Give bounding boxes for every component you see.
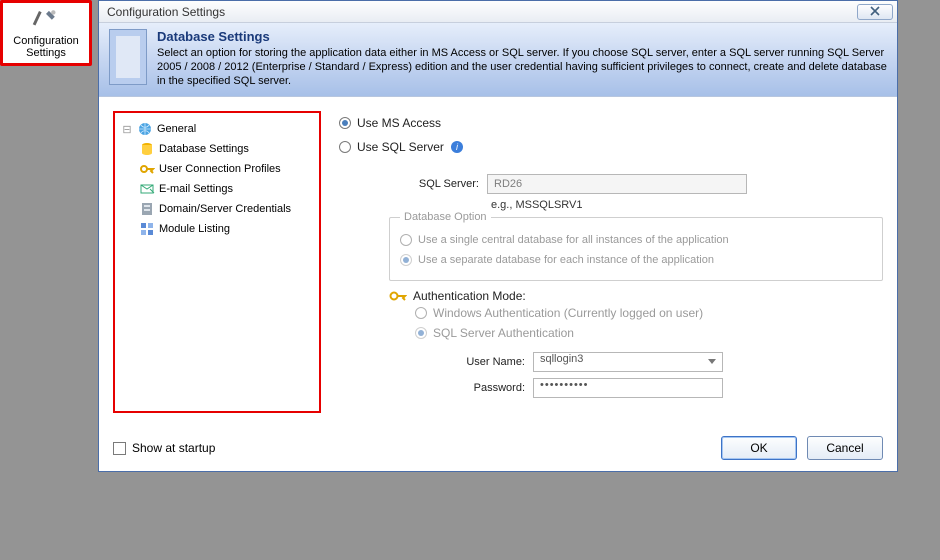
auth-mode-label-row: Authentication Mode: <box>389 289 883 303</box>
username-combo[interactable]: sqllogin3 <box>533 352 723 372</box>
module-icon <box>139 221 155 237</box>
tree-item-label: Database Settings <box>159 143 249 155</box>
radio-icon <box>400 234 412 246</box>
auth-sql[interactable]: SQL Server Authentication <box>415 323 883 343</box>
settings-header-icon <box>109 29 147 85</box>
key-icon <box>389 289 407 303</box>
tree-item-database-settings[interactable]: Database Settings <box>119 139 315 159</box>
database-option-title: Database Option <box>400 211 491 223</box>
tools-icon <box>31 8 61 33</box>
tree-item-user-connection-profiles[interactable]: User Connection Profiles <box>119 159 315 179</box>
key-icon <box>139 161 155 177</box>
database-icon <box>139 141 155 157</box>
tree-item-label: E-mail Settings <box>159 183 233 195</box>
sql-server-label: SQL Server: <box>389 178 479 190</box>
auth-mode-label: Authentication Mode: <box>413 289 526 303</box>
info-icon[interactable]: i <box>450 140 464 154</box>
radio-label: Use MS Access <box>357 116 441 130</box>
option-label: Use a separate database for each instanc… <box>418 254 714 266</box>
tree-root-label: General <box>157 123 196 135</box>
password-label: Password: <box>415 382 525 394</box>
sql-server-hint: e.g., MSSQLSRV1 <box>389 199 883 211</box>
password-value: •••••••••• <box>540 379 589 391</box>
use-sql-server-radio[interactable]: Use SQL Server i <box>339 135 883 159</box>
radio-icon <box>339 141 351 153</box>
tree-item-email-settings[interactable]: E-mail Settings <box>119 179 315 199</box>
header-band: Database Settings Select an option for s… <box>99 23 897 97</box>
username-value: sqllogin3 <box>540 353 583 365</box>
option-label: SQL Server Authentication <box>433 326 574 340</box>
configuration-dialog: Configuration Settings Database Settings… <box>98 0 898 472</box>
cancel-button[interactable]: Cancel <box>807 436 883 460</box>
option-label: Windows Authentication (Currently logged… <box>433 306 703 320</box>
settings-form: Use MS Access Use SQL Server i SQL Serve… <box>339 111 883 431</box>
sql-server-input[interactable] <box>487 174 747 194</box>
db-option-central[interactable]: Use a single central database for all in… <box>400 230 872 250</box>
radio-icon <box>415 307 427 319</box>
header-title: Database Settings <box>157 29 887 44</box>
header-description: Select an option for storing the applica… <box>157 46 887 88</box>
tree-collapse-icon[interactable]: ⊟ <box>121 123 133 136</box>
radio-label: Use SQL Server <box>357 140 444 154</box>
window-title: Configuration Settings <box>107 5 225 19</box>
radio-icon <box>339 117 351 129</box>
server-icon <box>139 201 155 217</box>
radio-icon <box>415 327 427 339</box>
database-option-group: Database Option Use a single central dat… <box>389 217 883 281</box>
close-button[interactable] <box>857 4 893 20</box>
checkbox-icon <box>113 442 126 455</box>
use-ms-access-radio[interactable]: Use MS Access <box>339 111 883 135</box>
ok-button[interactable]: OK <box>721 436 797 460</box>
radio-icon <box>400 254 412 266</box>
db-option-separate[interactable]: Use a separate database for each instanc… <box>400 250 872 270</box>
tree-item-module-listing[interactable]: Module Listing <box>119 219 315 239</box>
checkbox-label: Show at startup <box>132 441 215 455</box>
tree-item-label: Module Listing <box>159 223 230 235</box>
password-input[interactable]: •••••••••• <box>533 378 723 398</box>
button-label: Cancel <box>826 441 863 455</box>
configuration-settings-launcher[interactable]: ConfigurationSettings <box>0 0 92 66</box>
option-label: Use a single central database for all in… <box>418 234 729 246</box>
tree-root-general[interactable]: ⊟ General <box>119 119 315 139</box>
dialog-footer: Show at startup OK Cancel <box>113 435 883 461</box>
launcher-label: ConfigurationSettings <box>13 35 78 59</box>
settings-tree: ⊟ General Database Settings User Connect… <box>113 111 321 413</box>
auth-windows[interactable]: Windows Authentication (Currently logged… <box>415 303 883 323</box>
show-at-startup-checkbox[interactable]: Show at startup <box>113 441 215 455</box>
tree-item-domain-server-credentials[interactable]: Domain/Server Credentials <box>119 199 315 219</box>
button-label: OK <box>750 441 767 455</box>
mail-icon <box>139 181 155 197</box>
close-icon <box>869 5 881 19</box>
tree-item-label: User Connection Profiles <box>159 163 281 175</box>
titlebar: Configuration Settings <box>99 1 897 23</box>
tree-item-label: Domain/Server Credentials <box>159 203 291 215</box>
globe-icon <box>137 121 153 137</box>
username-label: User Name: <box>415 356 525 368</box>
